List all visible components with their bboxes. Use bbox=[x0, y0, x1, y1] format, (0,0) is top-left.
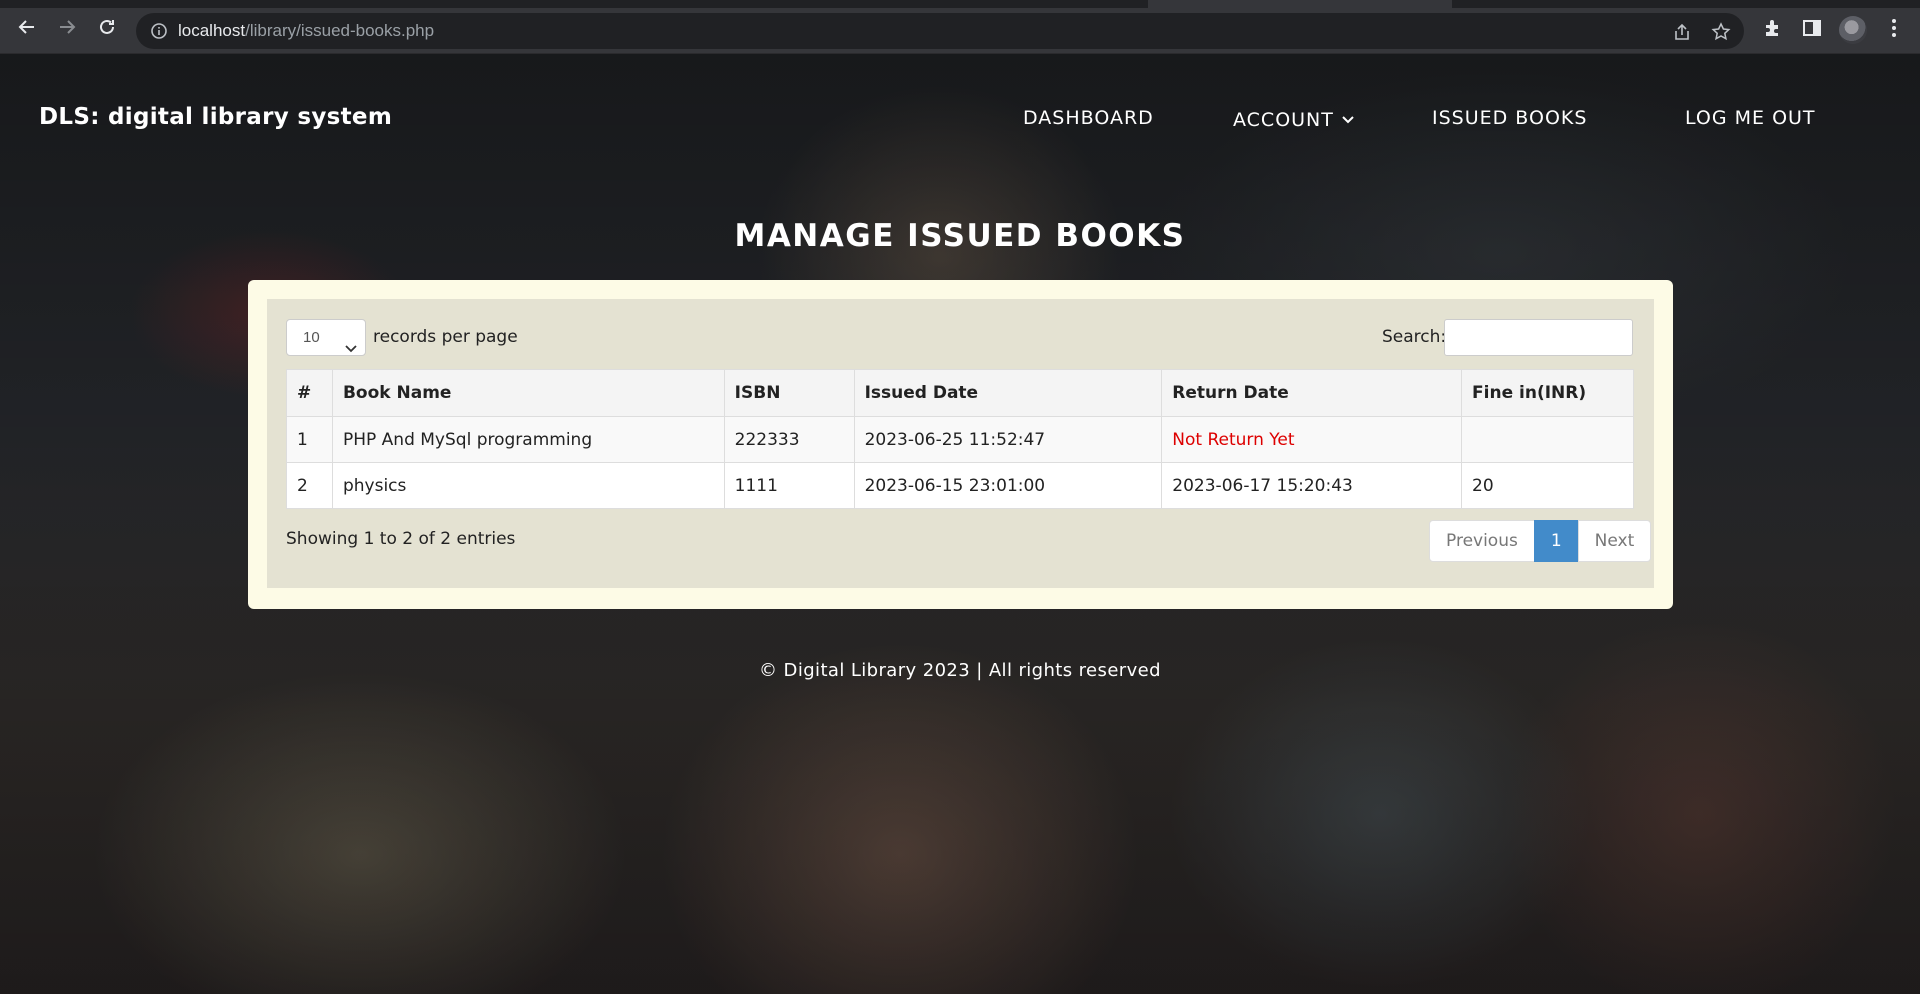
back-icon[interactable] bbox=[14, 14, 40, 40]
col-header-fine[interactable]: Fine in(INR) bbox=[1461, 369, 1634, 417]
search-label: Search: bbox=[1382, 327, 1447, 347]
page-length-value: 10 bbox=[303, 329, 320, 346]
url-host: localhost bbox=[178, 21, 246, 40]
col-header-book-name[interactable]: Book Name bbox=[331, 369, 725, 417]
tab-strip-right bbox=[1452, 0, 1920, 8]
next-page-button[interactable]: Next bbox=[1577, 520, 1652, 562]
chevron-down-icon bbox=[1342, 107, 1354, 129]
col-header-isbn[interactable]: ISBN bbox=[723, 369, 855, 417]
cell-issued-date: 2023-06-15 23:01:00 bbox=[853, 462, 1163, 509]
issued-books-panel: 10 records per page Search: # Book Name … bbox=[248, 280, 1673, 609]
search-input[interactable] bbox=[1444, 319, 1633, 356]
cell-fine: 20 bbox=[1461, 462, 1634, 509]
issued-books-table: # Book Name ISBN Issued Date Return Date… bbox=[286, 369, 1634, 509]
page-length-select[interactable]: 10 bbox=[286, 319, 366, 356]
nav-account-label: ACCOUNT bbox=[1233, 109, 1334, 131]
share-icon[interactable] bbox=[1672, 22, 1692, 42]
browser-toolbar: localhost/library/issued-books.php bbox=[0, 0, 1920, 54]
cell-number: 2 bbox=[286, 462, 333, 509]
table-row: 2 physics 1111 2023-06-15 23:01:00 2023-… bbox=[286, 462, 1634, 509]
col-header-return-date[interactable]: Return Date bbox=[1161, 369, 1463, 417]
site-info-icon[interactable] bbox=[150, 22, 168, 40]
cell-book-name: PHP And MySql programming bbox=[331, 416, 725, 463]
nav-logout[interactable]: LOG ME OUT bbox=[1685, 107, 1816, 129]
page-1-button[interactable]: 1 bbox=[1533, 520, 1579, 562]
tab-strip bbox=[0, 0, 1148, 8]
table-row: 1 PHP And MySql programming 222333 2023-… bbox=[286, 416, 1634, 463]
cell-number: 1 bbox=[286, 416, 333, 463]
nav-dashboard[interactable]: DASHBOARD bbox=[1023, 107, 1154, 129]
datatable-wrapper: 10 records per page Search: # Book Name … bbox=[267, 299, 1654, 588]
previous-page-button[interactable]: Previous bbox=[1429, 520, 1535, 562]
table-header-row: # Book Name ISBN Issued Date Return Date… bbox=[286, 369, 1634, 417]
bookmark-star-icon[interactable] bbox=[1711, 22, 1731, 42]
table-info: Showing 1 to 2 of 2 entries bbox=[286, 529, 516, 549]
address-bar[interactable]: localhost/library/issued-books.php bbox=[136, 13, 1744, 49]
nav-account[interactable]: ACCOUNT bbox=[1233, 107, 1354, 131]
page-viewport: DLS: digital library system DASHBOARD AC… bbox=[0, 54, 1920, 994]
address-url: localhost/library/issued-books.php bbox=[178, 21, 434, 41]
menu-kebab-icon[interactable] bbox=[1883, 17, 1905, 39]
nav-logout-label: LOG ME OUT bbox=[1685, 107, 1816, 129]
cell-return-date: 2023-06-17 15:20:43 bbox=[1161, 462, 1463, 509]
nav-dashboard-label: DASHBOARD bbox=[1023, 107, 1154, 129]
reload-icon[interactable] bbox=[94, 14, 120, 40]
cell-isbn: 1111 bbox=[723, 462, 855, 509]
profile-avatar[interactable] bbox=[1839, 16, 1867, 44]
extensions-icon[interactable] bbox=[1762, 17, 1784, 39]
col-header-number[interactable]: # bbox=[286, 369, 333, 417]
url-path: /library/issued-books.php bbox=[245, 21, 435, 40]
nav-issued-books-label: ISSUED BOOKS bbox=[1432, 107, 1588, 129]
chevron-down-icon bbox=[345, 331, 357, 366]
pagination: Previous 1 Next bbox=[1429, 520, 1652, 562]
site-brand[interactable]: DLS: digital library system bbox=[39, 104, 392, 130]
cell-fine bbox=[1461, 416, 1634, 463]
forward-icon[interactable] bbox=[54, 14, 80, 40]
cell-book-name: physics bbox=[331, 462, 725, 509]
col-header-issued-date[interactable]: Issued Date bbox=[853, 369, 1163, 417]
cell-issued-date: 2023-06-25 11:52:47 bbox=[853, 416, 1163, 463]
page-length-label: records per page bbox=[373, 327, 518, 347]
side-panel-icon[interactable] bbox=[1801, 17, 1823, 39]
site-footer: © Digital Library 2023 | All rights rese… bbox=[759, 660, 1161, 681]
cell-isbn: 222333 bbox=[723, 416, 855, 463]
cell-return-date: Not Return Yet bbox=[1161, 416, 1463, 463]
nav-issued-books[interactable]: ISSUED BOOKS bbox=[1432, 107, 1587, 129]
page-title: MANAGE ISSUED BOOKS bbox=[734, 218, 1186, 254]
